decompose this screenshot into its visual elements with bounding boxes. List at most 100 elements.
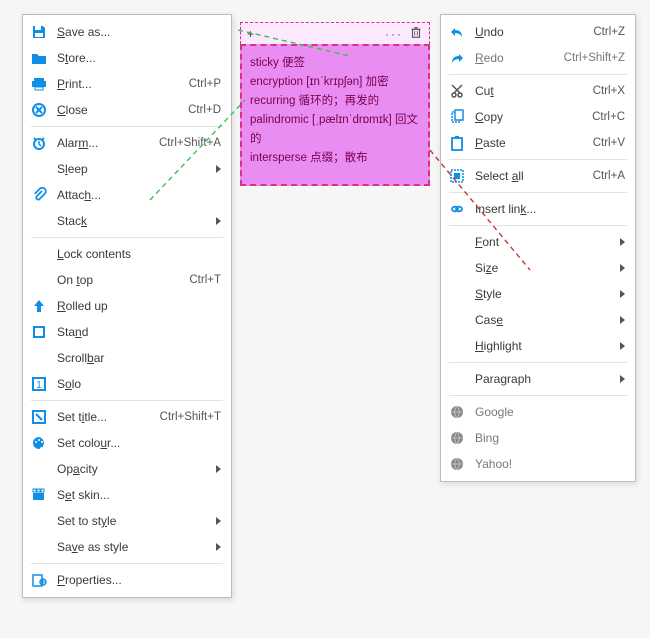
folder-icon [29,48,49,68]
menu-separator [31,563,223,564]
menu-item-accelerator: Ctrl+V [593,137,625,149]
submenu-arrow-icon [216,217,221,225]
menu-item-label: Select all [475,169,524,183]
menu-item-accelerator: Ctrl+Shift+A [159,137,221,149]
blank-icon [29,537,49,557]
left-item-sleep[interactable]: Sleep [25,156,229,182]
left-item-rolled-up[interactable]: Rolled up [25,293,229,319]
right-item-yahoo[interactable]: Yahoo! [443,451,633,477]
right-item-undo[interactable]: UndoCtrl+Z [443,19,633,45]
blank-icon [447,336,467,356]
right-item-size[interactable]: Size [443,255,633,281]
menu-item-label: Properties... [57,573,122,587]
menu-item-accelerator: Ctrl+Z [593,26,625,38]
note-more-button[interactable]: ··· [385,27,403,41]
blank-icon [447,232,467,252]
menu-item-label: Style [475,287,502,301]
right-item-google[interactable]: Google [443,399,633,425]
blank-icon [29,211,49,231]
right-item-paragraph[interactable]: Paragraph [443,366,633,392]
note-add-button[interactable]: + [247,27,254,41]
sticky-note-toolbar: + ··· [240,22,430,44]
submenu-arrow-icon [620,342,625,350]
right-item-bing[interactable]: Bing [443,425,633,451]
undo-icon [447,22,467,42]
menu-item-label: Rolled up [57,299,108,313]
blank-icon [29,511,49,531]
note-line: encryption [ɪnˈkrɪpʃən] 加密 [250,73,420,92]
link-icon [447,199,467,219]
left-item-close[interactable]: CloseCtrl+D [25,97,229,123]
menu-item-label: Highlight [475,339,522,353]
blank-icon [29,270,49,290]
menu-separator [31,126,223,127]
menu-item-label: Print... [57,77,92,91]
blank-icon [447,258,467,278]
left-item-opacity[interactable]: Opacity [25,456,229,482]
right-item-cut[interactable]: CutCtrl+X [443,78,633,104]
menu-item-label: Bing [475,431,499,445]
right-item-case[interactable]: Case [443,307,633,333]
left-item-print[interactable]: Print...Ctrl+P [25,71,229,97]
menu-item-label: Store... [57,51,96,65]
menu-separator [31,237,223,238]
menu-item-label: On top [57,273,93,287]
menu-item-label: Scrollbar [57,351,104,365]
right-item-paste[interactable]: Paste Ctrl+V [443,130,633,156]
left-item-on-top[interactable]: On topCtrl+T [25,267,229,293]
right-item-insert-link[interactable]: Insert link... [443,196,633,222]
left-item-solo[interactable]: Solo [25,371,229,397]
left-item-scrollbar[interactable]: Scrollbar [25,345,229,371]
right-item-style[interactable]: Style [443,281,633,307]
cut-icon [447,81,467,101]
left-item-stand[interactable]: Stand [25,319,229,345]
menu-item-accelerator: Ctrl+A [593,170,625,182]
menu-item-label: Insert link... [475,202,536,216]
menu-item-label: Stand [57,325,88,339]
left-item-properties[interactable]: Properties... [25,567,229,593]
right-item-highlight[interactable]: Highlight [443,333,633,359]
alarm-icon [29,133,49,153]
left-item-save-as[interactable]: Save as... [25,19,229,45]
submenu-arrow-icon [620,238,625,246]
menu-item-label: Case [475,313,503,327]
submenu-arrow-icon [216,165,221,173]
menu-separator [449,192,627,193]
left-item-set-to-style[interactable]: Set to style [25,508,229,534]
left-item-set-title[interactable]: Set title...Ctrl+Shift+T [25,404,229,430]
menu-item-accelerator: Ctrl+D [188,104,221,116]
note-line: palindromic [ˌpælɪnˈdrɒmɪk] 回文的 [250,111,420,149]
right-item-select-all[interactable]: Select all Ctrl+A [443,163,633,189]
trash-icon[interactable] [409,25,423,42]
blank-icon [29,159,49,179]
submenu-arrow-icon [216,465,221,473]
blank-icon [29,348,49,368]
copy-icon [447,107,467,127]
left-item-save-as-style[interactable]: Save as style [25,534,229,560]
rolledup-icon [29,296,49,316]
menu-item-label: Sleep [57,162,88,176]
menu-separator [449,159,627,160]
menu-separator [31,400,223,401]
note-line: intersperse 点缀；散布 [250,149,420,168]
left-item-stack[interactable]: Stack [25,208,229,234]
right-item-copy[interactable]: CopyCtrl+C [443,104,633,130]
left-item-set-colour[interactable]: Set colour... [25,430,229,456]
sticky-note-body[interactable]: sticky 便签encryption [ɪnˈkrɪpʃən] 加密recur… [240,44,430,186]
menu-separator [449,395,627,396]
menu-item-label: Set colour... [57,436,120,450]
left-item-attach[interactable]: Attach... [25,182,229,208]
blank-icon [447,284,467,304]
menu-item-label: Attach... [57,188,101,202]
left-item-lock-contents[interactable]: Lock contents [25,241,229,267]
close-icon [29,100,49,120]
right-item-font[interactable]: Font [443,229,633,255]
menu-item-label: Set title... [57,410,107,424]
menu-separator [449,362,627,363]
skin-icon [29,485,49,505]
left-item-store[interactable]: Store... [25,45,229,71]
left-item-alarm[interactable]: Alarm...Ctrl+Shift+A [25,130,229,156]
left-item-set-skin[interactable]: Set skin... [25,482,229,508]
menu-item-label: Paste [475,136,506,150]
right-item-redo[interactable]: RedoCtrl+Shift+Z [443,45,633,71]
